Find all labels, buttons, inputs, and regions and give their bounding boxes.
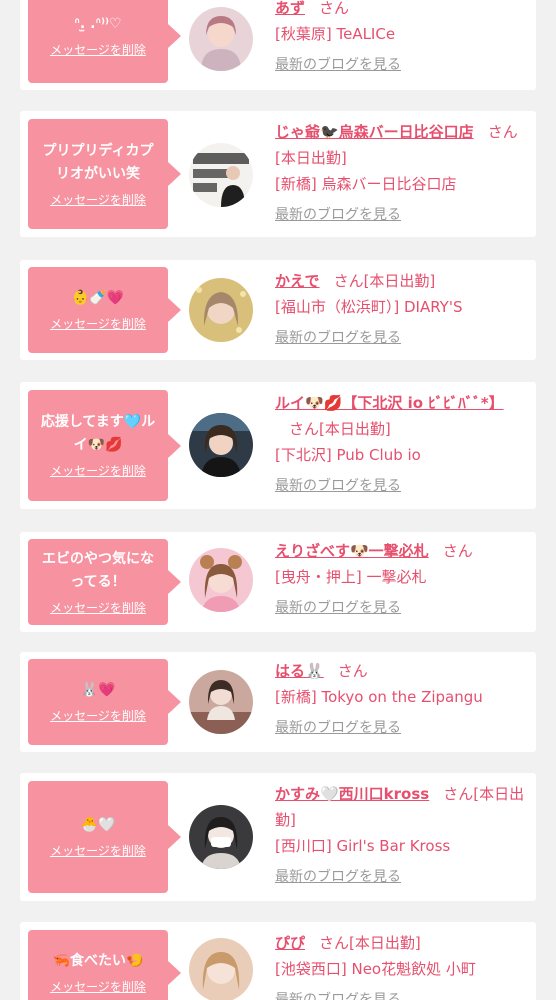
shop-text: [福山市（松浜町）] DIARY'S [275,298,463,316]
message-bubble: 🐰💗 メッセージを削除 [28,659,181,745]
latest-blog-link[interactable]: 最新のブログを見る [275,987,531,1000]
entry-info: じゃ爺🐦‍⬛烏森バー日比谷口店 さん [本日出勤] [新橋] 烏森バー日比谷口店 最… [275,119,531,228]
latest-blog-link[interactable]: 最新のブログを見る [275,864,531,890]
honorific: さん [442,542,473,560]
cast-name-link[interactable]: じゃ爺🐦‍⬛烏森バー日比谷口店 [275,123,474,141]
entry-info: ぴぴ さん[本日出勤] [池袋西口] Neo花魁飲処 小町 最新のブログを見る [275,930,531,1000]
list-item: 👶🍼💗 メッセージを削除 かえで さん[本日出勤] [福山市（松浜町）] DIAR… [20,260,536,360]
status-badge: [本日出勤] [319,420,391,438]
entry-info: ルイ🐶💋【下北沢 io ﾋﾞﾋﾞﾊﾞﾞ*】さん[本日出勤] [下北沢] Pub … [275,390,531,499]
shop-text: [池袋西口] Neo花魁飲処 小町 [275,960,476,978]
message-text: 応援してます🩵ルイ🐶💋 [40,414,156,453]
message-text: 👶🍼💗 [71,290,125,306]
honorific: さん [487,123,518,141]
delete-message-link[interactable]: メッセージを削除 [50,191,146,209]
avatar[interactable] [189,143,253,207]
avatar-photo-icon [189,805,253,869]
delete-message-link[interactable]: メッセージを削除 [50,599,146,617]
avatar-photo-icon [189,7,253,71]
message-bubble: 応援してます🩵ルイ🐶💋 メッセージを削除 [28,390,181,501]
delete-message-link[interactable]: メッセージを削除 [50,41,146,59]
list-item: エビのやつ気になってる！ メッセージを削除 えりざべす🐶一撃必札 さん [曳舟・押… [20,532,536,632]
delete-message-link[interactable]: メッセージを削除 [50,842,146,860]
shop-text: [曳舟・押上] 一撃必札 [275,568,427,586]
message-bubble: エビのやつ気になってる！ メッセージを削除 [28,539,181,625]
delete-message-link[interactable]: メッセージを削除 [50,315,146,333]
message-bubble: ᐢ.̫ .ᐢ⁾⁾♡ メッセージを削除 [28,0,181,83]
avatar-photo-icon [189,413,253,477]
list-item: 🐣🤍 メッセージを削除 かすみ🤍西川口kross さん[本日出勤] [西川口] G… [20,773,536,901]
avatar-photo-icon [189,938,253,1000]
entry-info: あず さん [秋葉原] TeALICe 最新のブログを見る [275,0,531,78]
message-text: 🐰💗 [80,682,116,698]
status-badge: [本日出勤] [363,272,436,290]
latest-blog-link[interactable]: 最新のブログを見る [275,325,531,351]
list-item: プリプリディカプリオがいい笑 メッセージを削除 じゃ爺🐦‍⬛烏森バー日比谷口店さ… [20,111,536,237]
shop-text: [西川口] Girl's Bar Kross [275,837,451,855]
status-badge: [本日出勤] [349,934,421,952]
avatar[interactable] [189,413,253,477]
cast-name-link[interactable]: ルイ🐶💋【下北沢 io ﾋﾞﾋﾞﾊﾞﾞ*】 [275,394,504,412]
cast-name-link[interactable]: あず [275,0,305,17]
entry-info: はる🐰 さん [新橋] Tokyo on the Zipangu 最新のブログを見… [275,658,531,741]
avatar-photo-icon [189,548,253,612]
entry-info: かすみ🤍西川口kross さん[本日出勤] [西川口] Girl's Bar Kr… [275,781,531,890]
avatar[interactable] [189,278,253,342]
list-item: 🐰💗 メッセージを削除 はる🐰 さん [新橋] Tokyo on the Zipa… [20,652,536,752]
message-text: 🐣🤍 [80,817,116,833]
latest-blog-link[interactable]: 最新のブログを見る [275,52,531,78]
delete-message-link[interactable]: メッセージを削除 [50,978,146,996]
message-bubble: 🦐食べたい🍤 メッセージを削除 [28,930,181,1000]
honorific: さん [289,420,320,438]
cast-name-link[interactable]: ぴぴ [275,934,305,952]
honorific: さん [319,934,350,952]
latest-blog-link[interactable]: 最新のブログを見る [275,473,531,499]
latest-blog-link[interactable]: 最新のブログを見る [275,595,531,621]
avatar[interactable] [189,805,253,869]
message-text: ᐢ.̫ .ᐢ⁾⁾♡ [74,16,122,32]
shop-text: [下北沢] Pub Club io [275,446,421,464]
avatar[interactable] [189,670,253,734]
message-bubble: プリプリディカプリオがいい笑 メッセージを削除 [28,119,181,229]
message-text: エビのやつ気になってる！ [42,550,154,590]
entry-info: えりざべす🐶一撃必札 さん [曳舟・押上] 一撃必札 最新のブログを見る [275,538,531,621]
cast-name-link[interactable]: はる🐰 [275,662,324,680]
list-item: 🦐食べたい🍤 メッセージを削除 ぴぴ さん[本日出勤] [池袋西口] Neo花魁飲… [20,922,536,1000]
shop-text: [秋葉原] TeALICe [275,25,396,43]
honorific: さん [319,0,350,17]
message-text: 🦐食べたい🍤 [52,953,144,969]
avatar[interactable] [189,548,253,612]
avatar[interactable] [189,938,253,1000]
delete-message-link[interactable]: メッセージを削除 [50,707,146,725]
honorific: さん [337,662,368,680]
message-bubble: 👶🍼💗 メッセージを削除 [28,267,181,353]
avatar[interactable] [189,7,253,71]
cast-name-link[interactable]: かすみ🤍西川口kross [275,785,429,803]
delete-message-link[interactable]: メッセージを削除 [50,462,146,480]
list-item: ᐢ.̫ .ᐢ⁾⁾♡ メッセージを削除 あず さん [秋葉原] TeALICe 最新… [20,0,536,90]
list-item: 応援してます🩵ルイ🐶💋 メッセージを削除 ルイ🐶💋【下北沢 io ﾋﾞﾋﾞﾊﾞﾞ… [20,382,536,509]
shop-text: [新橋] Tokyo on the Zipangu [275,688,483,706]
message-text: プリプリディカプリオがいい笑 [42,142,154,182]
shop-text: [新橋] 烏森バー日比谷口店 [275,175,457,193]
status-badge: [本日出勤] [275,149,347,167]
cast-name-link[interactable]: かえで [275,272,320,290]
avatar-photo-icon [189,278,253,342]
entry-info: かえで さん[本日出勤] [福山市（松浜町）] DIARY'S 最新のブログを見る [275,268,531,351]
honorific: さん [333,272,364,290]
avatar-photo-icon [189,143,253,207]
honorific: さん [443,785,474,803]
latest-blog-link[interactable]: 最新のブログを見る [275,202,531,228]
cast-name-link[interactable]: えりざべす🐶一撃必札 [275,542,429,560]
avatar-photo-icon [189,670,253,734]
message-bubble: 🐣🤍 メッセージを削除 [28,781,181,893]
latest-blog-link[interactable]: 最新のブログを見る [275,715,531,741]
